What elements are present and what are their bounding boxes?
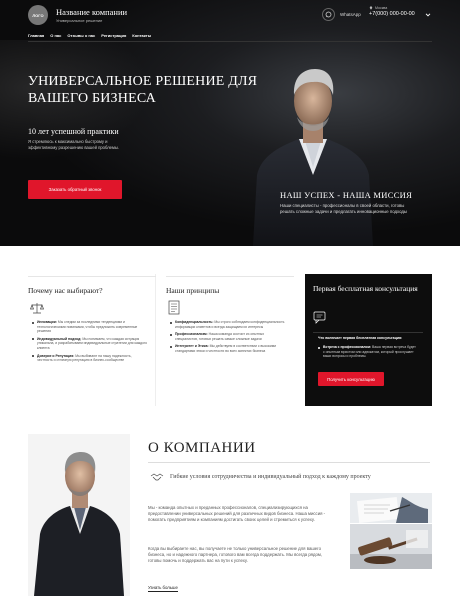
card-top-divider: [28, 276, 156, 277]
chevron-down-icon[interactable]: [424, 11, 432, 19]
company-tagline: Универсальное решение: [56, 18, 103, 23]
callback-button[interactable]: Заказать обратный звонок: [28, 180, 122, 199]
nav-item-registration[interactable]: Регистрация: [101, 33, 126, 38]
principles-title: Наши принципы: [166, 286, 220, 295]
list-item: Инновации: Мы следим за последними тенде…: [32, 320, 148, 334]
consultation-card: Первая бесплатная консультация Что включ…: [305, 274, 432, 406]
city-label: Москва: [375, 6, 388, 10]
hero-description: Я стремлюсь к максимально быстрому и эфф…: [28, 139, 120, 150]
list-item: Конфиденциальность: Мы строго соблюдаем …: [170, 320, 286, 329]
chat-icon: [313, 311, 326, 324]
mission-description: Наши специалисты - профессионалы в своей…: [280, 203, 408, 214]
consultation-divider: [313, 332, 423, 333]
hero-title: УНИВЕРСАЛЬНОЕ РЕШЕНИЕ ДЛЯ ВАШЕГО БИЗНЕСА: [28, 74, 258, 106]
about-subtitle: Гибкие условия сотрудничества и индивиду…: [170, 474, 371, 480]
location-pin-icon: [369, 6, 373, 10]
list-item: Доверие и Репутация: Мы выбивают на нашу…: [32, 354, 148, 363]
about-divider: [148, 462, 430, 463]
why-us-list: Инновации: Мы следим за последними тенде…: [32, 320, 148, 366]
main-nav: Главная О нас Отзывы о нас Регистрация К…: [28, 33, 151, 38]
phone-number[interactable]: +7(000) 000-00-00: [369, 11, 415, 17]
nav-item-about[interactable]: О нас: [50, 33, 61, 38]
nav-divider: [28, 41, 432, 42]
why-us-title: Почему нас выбирают?: [28, 286, 103, 295]
consultation-title: Первая бесплатная консультация: [313, 284, 418, 293]
principles-list: Конфиденциальность: Мы строго соблюдаем …: [170, 320, 286, 357]
whatsapp-link[interactable]: WhatsApp: [322, 8, 361, 21]
whatsapp-icon: [322, 8, 335, 21]
gavel-photo: [350, 524, 432, 569]
consultation-question: Что включает первая бесплатная консульта…: [318, 336, 403, 340]
hero-section: ЛОГО Название компании Универсальное реш…: [0, 0, 460, 246]
nav-item-contacts[interactable]: Контакты: [132, 33, 151, 38]
about-title: О КОМПАНИИ: [148, 440, 256, 456]
card-top-divider: [166, 276, 294, 277]
nav-item-home[interactable]: Главная: [28, 33, 44, 38]
list-item: Профессионализм: Наша команда состоит из…: [170, 332, 286, 341]
hero-years: 10 лет успешной практики: [28, 127, 119, 136]
phone-block[interactable]: Москва +7(000) 000-00-00: [369, 6, 415, 17]
city-selector[interactable]: Москва: [369, 6, 415, 10]
list-item: Интегритет и Этика: Мы действуем в соотв…: [170, 344, 286, 353]
company-name: Название компании: [56, 7, 128, 17]
document-icon: [168, 300, 180, 315]
principles-card: Наши принципы Конфиденциальность: Мы стр…: [166, 274, 294, 406]
logo[interactable]: ЛОГО: [28, 5, 48, 25]
list-item: Индивидуальный подход: Мы понимаем, что …: [32, 337, 148, 351]
nav-item-reviews[interactable]: Отзывы о нас: [67, 33, 95, 38]
hero-businessman-photo: [253, 69, 373, 246]
read-more-link[interactable]: Узнать больше: [148, 585, 178, 592]
get-consultation-button[interactable]: Получить консультацию: [318, 372, 384, 386]
why-us-card: Почему нас выбирают? Инновации: Мы следи…: [28, 274, 156, 406]
handshake-icon: [150, 473, 164, 481]
brand-block: Название компании Универсальное решение: [56, 7, 127, 23]
about-businessman-photo: [28, 434, 130, 596]
scales-icon: [30, 303, 44, 314]
about-paragraph-2: Когда вы выбираете нас, вы получаете не …: [148, 546, 323, 563]
whatsapp-label: WhatsApp: [340, 12, 361, 17]
about-paragraph-1: Мы - команда опытных и преданных професс…: [148, 505, 326, 522]
list-item: Встреча с профессионалом: Ваша первая вс…: [318, 345, 418, 359]
signing-document-photo: [350, 493, 432, 523]
mission-title: НАШ УСПЕХ - НАША МИССИЯ: [280, 190, 413, 200]
